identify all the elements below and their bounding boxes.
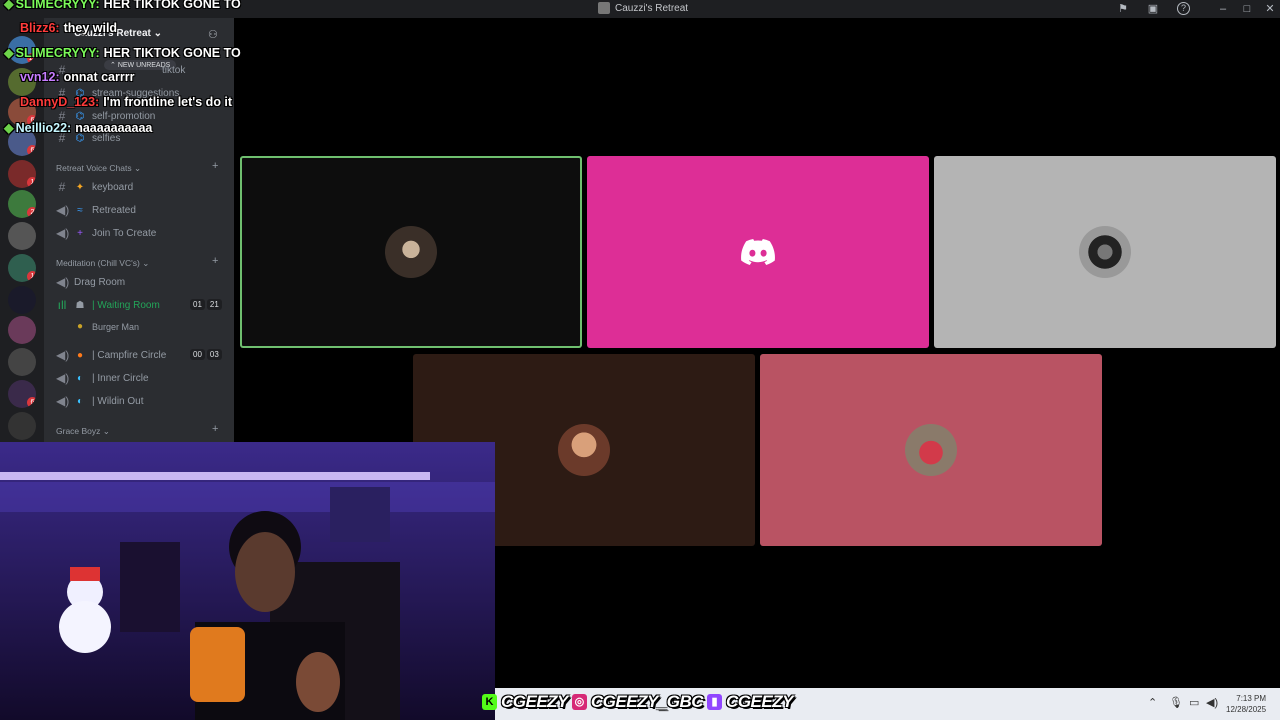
close-icon[interactable]: ✕ (1263, 2, 1277, 16)
twitch-icon: ▮ (707, 694, 723, 710)
user-limit-counter: 00 03 (190, 349, 222, 360)
server-icon (598, 2, 610, 14)
speaker-icon: ◀) (56, 348, 70, 362)
channel-wildin-out[interactable]: ◀) ◐ | Wildin Out (56, 394, 144, 408)
window-title: Cauzzi's Retreat (598, 2, 688, 14)
chat-message: Blizz6: they wild (20, 21, 118, 35)
video-tile[interactable] (934, 156, 1276, 348)
inbox-flag-icon[interactable]: ⚑ (1116, 2, 1130, 16)
create-channel-icon[interactable]: + (212, 423, 218, 435)
speaker-icon: ◀) (56, 394, 70, 408)
system-clock[interactable]: 7:13 PM 12/28/2025 (1226, 693, 1266, 715)
speaker-icon: ◀) (56, 226, 70, 240)
chat-message: ◆ SLIMECRYYY: HER TIKTOK GONE TO (4, 46, 241, 60)
chat-message: ◆ Neillio22: naaaaaaaaaa (4, 121, 153, 135)
channel-waiting-room[interactable]: ıll ☗ | Waiting Room (56, 298, 160, 312)
avatar (905, 424, 957, 476)
sparkle-icon: ✦ (75, 181, 85, 193)
user-limit-counter: 01 21 (190, 299, 222, 310)
create-channel-icon[interactable]: + (212, 160, 218, 172)
streamer-webcam (0, 442, 495, 720)
chevron-up-icon[interactable]: ⌃ (1148, 696, 1157, 709)
channel-retreated[interactable]: ◀) ≈ Retreated (56, 203, 136, 217)
network-icon[interactable]: ▭ (1189, 696, 1199, 709)
server-avatar[interactable]: 1 (8, 160, 36, 188)
chat-message: DannyD_123: I'm frontline let's do it (20, 95, 233, 109)
channel-inner-circle[interactable]: ◀) ◐ | Inner Circle (56, 371, 149, 385)
channel-drag-room[interactable]: ◀) Drag Room (56, 275, 125, 289)
fire-icon: ● (76, 349, 84, 361)
chat-message: ◆ SLIMECRYYY: HER TIKTOK GONE TO (4, 0, 241, 11)
maximize-icon[interactable]: □ (1240, 2, 1254, 16)
voice-member[interactable]: ● Burger Man (74, 321, 139, 332)
chat-message: vvn12: onnat carrrr (20, 70, 135, 84)
avatar (385, 226, 437, 278)
speaker-icon: ◀) (56, 371, 70, 385)
instagram-icon: ◎ (571, 694, 587, 710)
wave-icon: ◐ (76, 395, 84, 407)
channel-join-to-create[interactable]: ◀) + Join To Create (56, 226, 156, 240)
social-handles: K CGEEZY ◎ CGEEZY_GBC ▮ CGEEZY (482, 692, 793, 712)
kick-icon: K (482, 694, 497, 710)
video-tile[interactable] (760, 354, 1102, 546)
person-icon: ☗ (75, 299, 85, 311)
category-retreat-voice[interactable]: Retreat Voice Chats ⌄ (56, 163, 141, 174)
wave-icon: ◐ (76, 372, 84, 384)
help-icon[interactable]: ? (1177, 2, 1190, 15)
video-tile[interactable] (587, 156, 929, 348)
speaker-icon: ◀) (56, 203, 70, 217)
channel-campfire-circle[interactable]: ◀) ● | Campfire Circle (56, 348, 166, 362)
webcam-feed (0, 442, 495, 720)
server-avatar[interactable]: 2 (8, 190, 36, 218)
plus-icon: + (77, 227, 83, 239)
inbox-icon[interactable]: ▣ (1146, 2, 1160, 16)
hashtag-icon: # (58, 180, 66, 194)
server-avatar[interactable] (8, 222, 36, 250)
discord-logo-icon (741, 239, 775, 265)
server-avatar[interactable]: 6 (8, 380, 36, 408)
volume-icon[interactable]: ◀) (1206, 696, 1218, 709)
avatar (558, 424, 610, 476)
wave-icon: ≈ (77, 204, 83, 216)
speaker-icon: ◀) (56, 275, 70, 289)
microphone-icon[interactable]: 🎙 (1169, 696, 1183, 709)
server-avatar[interactable] (8, 348, 36, 376)
server-avatar[interactable] (8, 286, 36, 314)
voice-active-icon: ıll (57, 298, 67, 312)
category-meditation[interactable]: Meditation (Chill VC's) ⌄ (56, 258, 149, 269)
create-channel-icon[interactable]: + (212, 255, 218, 267)
video-tile[interactable] (240, 156, 582, 348)
server-avatar[interactable] (8, 316, 36, 344)
invite-people-icon[interactable]: ⚇ (208, 28, 218, 41)
server-avatar[interactable] (8, 412, 36, 440)
channel-keyboard[interactable]: # ✦ keyboard (56, 180, 133, 194)
avatar (1079, 226, 1131, 278)
avatar: ● (76, 321, 84, 332)
minimize-icon[interactable]: – (1216, 2, 1230, 16)
server-avatar[interactable]: 1 (8, 254, 36, 282)
category-grace-boyz[interactable]: Grace Boyz ⌄ (56, 426, 110, 437)
